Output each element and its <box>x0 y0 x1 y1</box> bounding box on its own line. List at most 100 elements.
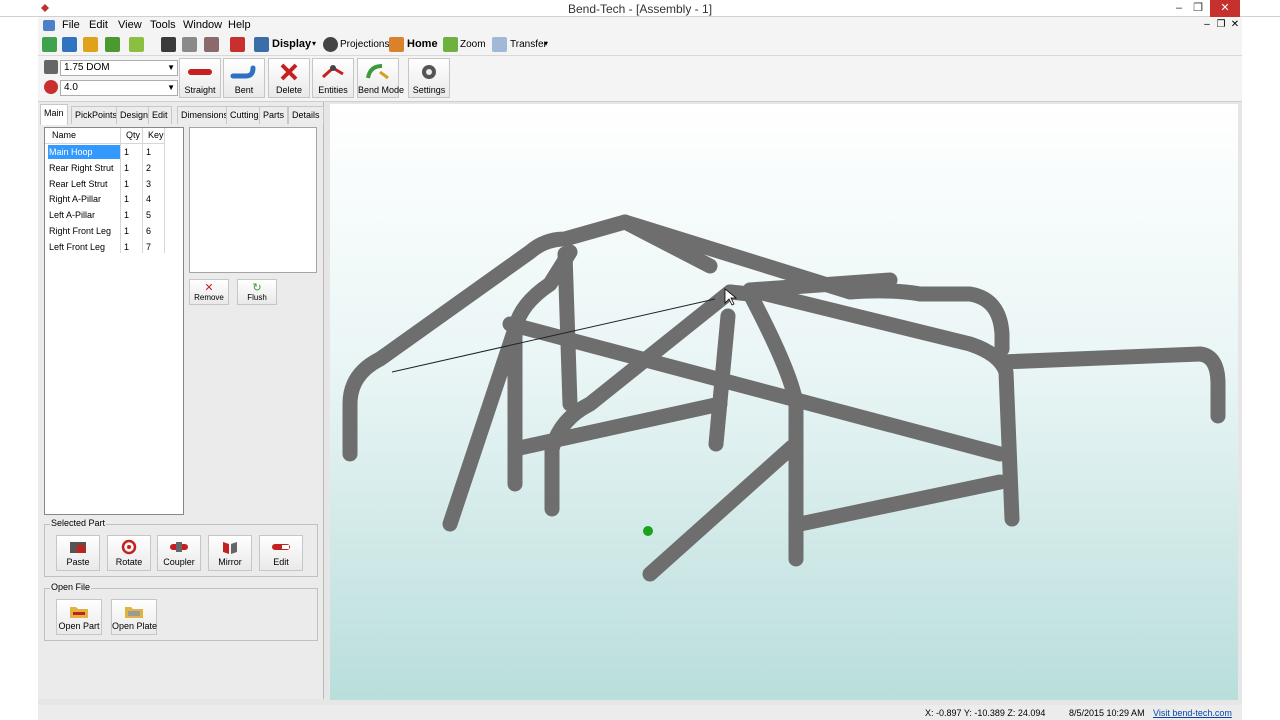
part-name: Right Front Leg <box>49 226 112 236</box>
save-icon[interactable] <box>161 37 176 52</box>
remove-label: Remove <box>194 293 224 302</box>
settings-button[interactable]: Settings <box>408 58 450 98</box>
mdi-close-button[interactable]: ✕ <box>1228 19 1242 30</box>
tab-pickpoints[interactable]: PickPoints <box>71 106 122 124</box>
radius-icon <box>44 80 58 94</box>
entities-button[interactable]: Entities <box>312 58 354 98</box>
transfer-button[interactable]: Transfer <box>510 39 547 50</box>
zoom-icon[interactable] <box>443 37 458 52</box>
table-row[interactable]: Rear Right Strut 1 2 <box>46 161 164 176</box>
status-datetime: 8/5/2015 10:29 AM <box>1069 708 1145 718</box>
part-qty: 1 <box>124 194 130 204</box>
part-name: Rear Right Strut <box>49 163 114 173</box>
part-qty: 1 <box>124 210 130 220</box>
main-toolbar: Display ▾ Projections Home Zoom Transfer… <box>38 34 1242 56</box>
table-row[interactable]: Main Hoop 1 1 <box>46 145 164 160</box>
menu-help[interactable]: Help <box>228 19 251 31</box>
window-frame-left <box>0 17 38 720</box>
column-header-name[interactable]: Name <box>52 130 76 140</box>
website-link[interactable]: Visit bend-tech.com <box>1153 708 1232 718</box>
part-toolbar: 1.75 DOM ▼ 4.0 ▼ Straight Bent Delete En… <box>38 56 1242 102</box>
entities-icon <box>321 65 344 79</box>
material-select[interactable]: 1.75 DOM ▼ <box>60 60 178 76</box>
home-button[interactable]: Home <box>407 38 438 50</box>
tab-parts[interactable]: Parts <box>259 106 289 124</box>
bent-button[interactable]: Bent <box>223 58 265 98</box>
delete-button[interactable]: Delete <box>268 58 310 98</box>
remove-button[interactable]: ✕ Remove <box>189 279 229 305</box>
tab-details[interactable]: Details <box>288 106 324 124</box>
mirror-label: Mirror <box>218 557 242 567</box>
folder-icon <box>125 607 143 618</box>
print-icon[interactable] <box>182 37 197 52</box>
mirror-button[interactable]: Mirror <box>208 535 252 571</box>
coupler-icon <box>170 542 188 552</box>
coupler-button[interactable]: Coupler <box>157 535 201 571</box>
rotate-button[interactable]: Rotate <box>107 535 151 571</box>
bend-mode-button[interactable]: Bend Mode <box>357 58 404 98</box>
projections-button[interactable]: Projections <box>340 39 389 50</box>
window-title: Bend-Tech - [Assembly - 1] <box>567 2 713 16</box>
transfer-icon[interactable] <box>492 37 507 52</box>
flush-button[interactable]: ↻ Flush <box>237 279 277 305</box>
paste-label: Paste <box>66 557 90 567</box>
open-part-label: Open Part <box>58 621 100 631</box>
open-part-button[interactable]: Open Part <box>56 599 102 635</box>
new-icon[interactable] <box>42 37 57 52</box>
restore-button[interactable]: ❐ <box>1185 0 1211 17</box>
part-name: Left A-Pillar <box>49 210 96 220</box>
part-key: 2 <box>146 163 152 173</box>
table-row[interactable]: Rear Left Strut 1 3 <box>46 177 164 192</box>
group-title: Open File <box>50 582 92 592</box>
coupler-label: Coupler <box>163 557 195 567</box>
menu-edit[interactable]: Edit <box>89 19 108 31</box>
table-row[interactable]: Left Front Leg 1 7 <box>46 240 164 255</box>
home-icon[interactable] <box>389 37 404 52</box>
roll-cage-model[interactable] <box>330 104 1238 700</box>
tab-edit[interactable]: Edit <box>148 106 172 124</box>
mdi-minimize-button[interactable]: – <box>1200 19 1214 30</box>
report-icon[interactable] <box>230 37 245 52</box>
library-icon[interactable] <box>83 37 98 52</box>
window-frame-right <box>1242 17 1280 720</box>
table-row[interactable]: Right A-Pillar 1 4 <box>46 192 164 207</box>
column-header-qty[interactable]: Qty <box>126 130 140 140</box>
table-row[interactable]: Right Front Leg 1 6 <box>46 224 164 239</box>
import-icon[interactable] <box>129 37 144 52</box>
open-icon[interactable] <box>105 37 120 52</box>
display-icon[interactable] <box>254 37 269 52</box>
camera-icon[interactable] <box>323 37 338 52</box>
tab-design[interactable]: Design <box>116 106 153 124</box>
straight-button[interactable]: Straight <box>179 58 221 98</box>
document-icon[interactable] <box>43 20 55 31</box>
menu-tools[interactable]: Tools <box>150 19 176 31</box>
mdi-restore-button[interactable]: ❐ <box>1214 19 1228 30</box>
menu-window[interactable]: Window <box>183 19 222 31</box>
tab-cutting[interactable]: Cutting <box>226 106 263 124</box>
open-plate-button[interactable]: Open Plate <box>111 599 157 635</box>
tab-main[interactable]: Main <box>40 104 68 125</box>
part-name: Left Front Leg <box>49 242 106 252</box>
table-row[interactable]: Left A-Pillar 1 5 <box>46 208 164 223</box>
3d-viewport[interactable] <box>330 104 1238 700</box>
parts-list[interactable]: Name Qty Key Main Hoop 1 1 Rear Right St… <box>44 127 184 515</box>
status-bar: X: -0.897 Y: -10.389 Z: 24.094 8/5/2015 … <box>38 705 1242 720</box>
display-button[interactable]: Display <box>272 38 311 50</box>
chevron-down-icon: ▼ <box>167 63 175 72</box>
column-header-key[interactable]: Key <box>148 130 164 140</box>
menu-file[interactable]: File <box>62 19 80 31</box>
paste-button[interactable]: Paste <box>56 535 100 571</box>
part-qty: 1 <box>124 226 130 236</box>
part-name: Main Hoop <box>48 145 120 159</box>
menu-view[interactable]: View <box>118 19 142 31</box>
grid-icon[interactable] <box>62 37 77 52</box>
bent-label: Bent <box>234 85 254 95</box>
close-button[interactable]: ✕ <box>1210 0 1240 17</box>
edit-button[interactable]: Edit <box>259 535 303 571</box>
print-preview-icon[interactable] <box>204 37 219 52</box>
part-key: 7 <box>146 242 152 252</box>
radius-select[interactable]: 4.0 ▼ <box>60 80 178 96</box>
part-preview <box>189 127 317 273</box>
tab-dimensions[interactable]: Dimensions <box>177 106 233 124</box>
zoom-button[interactable]: Zoom <box>460 39 486 50</box>
